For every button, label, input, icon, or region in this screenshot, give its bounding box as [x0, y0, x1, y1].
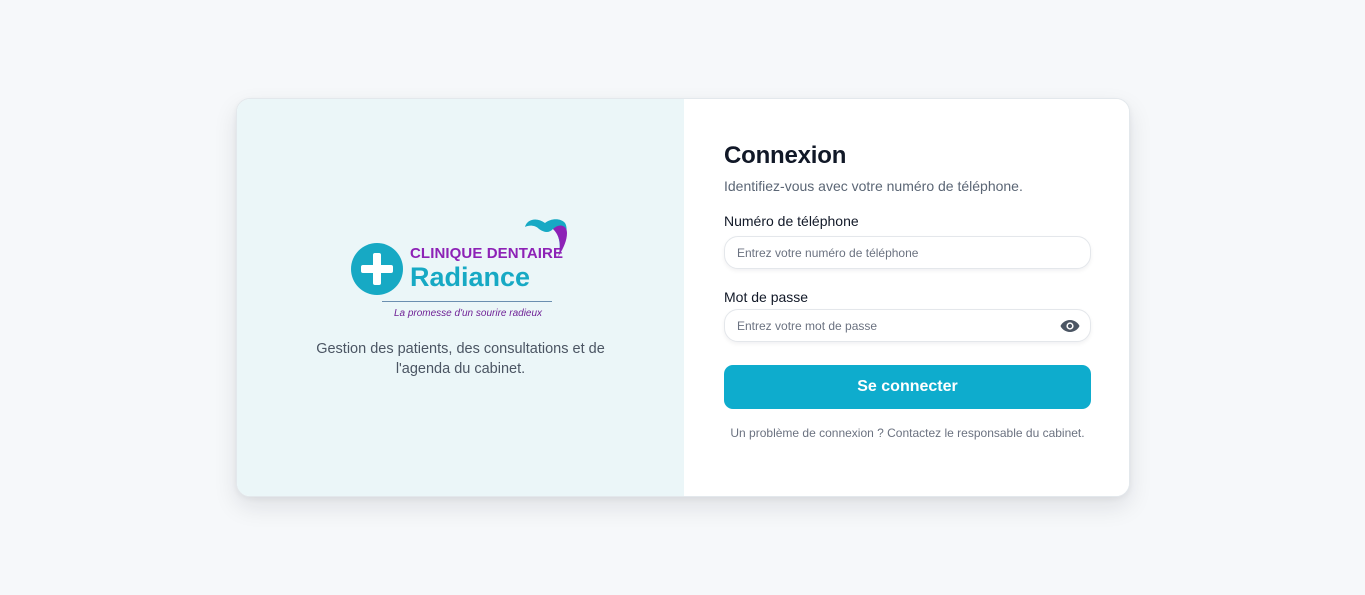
- logo-divider: [382, 301, 552, 302]
- password-label: Mot de passe: [724, 289, 809, 305]
- help-text: Un problème de connexion ? Contactez le …: [730, 426, 1085, 440]
- phone-field-wrapper: [724, 236, 1091, 269]
- login-form-panel: Connexion Identifiez-vous avec votre num…: [684, 99, 1129, 496]
- branding-description: Gestion des patients, des consultations …: [316, 341, 605, 377]
- branding-panel: CLINIQUE DENTAIRE Radiance La promesse d…: [237, 99, 684, 496]
- phone-input[interactable]: [725, 237, 1090, 268]
- plus-icon: [351, 243, 403, 295]
- clinic-tagline: La promesse d'un sourire radieux: [393, 308, 543, 319]
- eye-icon[interactable]: [1060, 318, 1080, 334]
- password-input[interactable]: [725, 310, 1090, 341]
- clinic-logo: CLINIQUE DENTAIRE Radiance La promesse d…: [349, 215, 579, 325]
- clinic-name-main: Radiance: [410, 262, 531, 292]
- phone-label: Numéro de téléphone: [724, 213, 859, 229]
- clinic-name-top: CLINIQUE DENTAIRE: [410, 245, 564, 262]
- page-title: Connexion: [724, 142, 847, 169]
- password-field-wrapper: [724, 309, 1091, 342]
- page-subtitle: Identifiez-vous avec votre numéro de tél…: [724, 178, 1023, 194]
- login-button[interactable]: Se connecter: [724, 365, 1091, 409]
- login-card: CLINIQUE DENTAIRE Radiance La promesse d…: [236, 98, 1130, 497]
